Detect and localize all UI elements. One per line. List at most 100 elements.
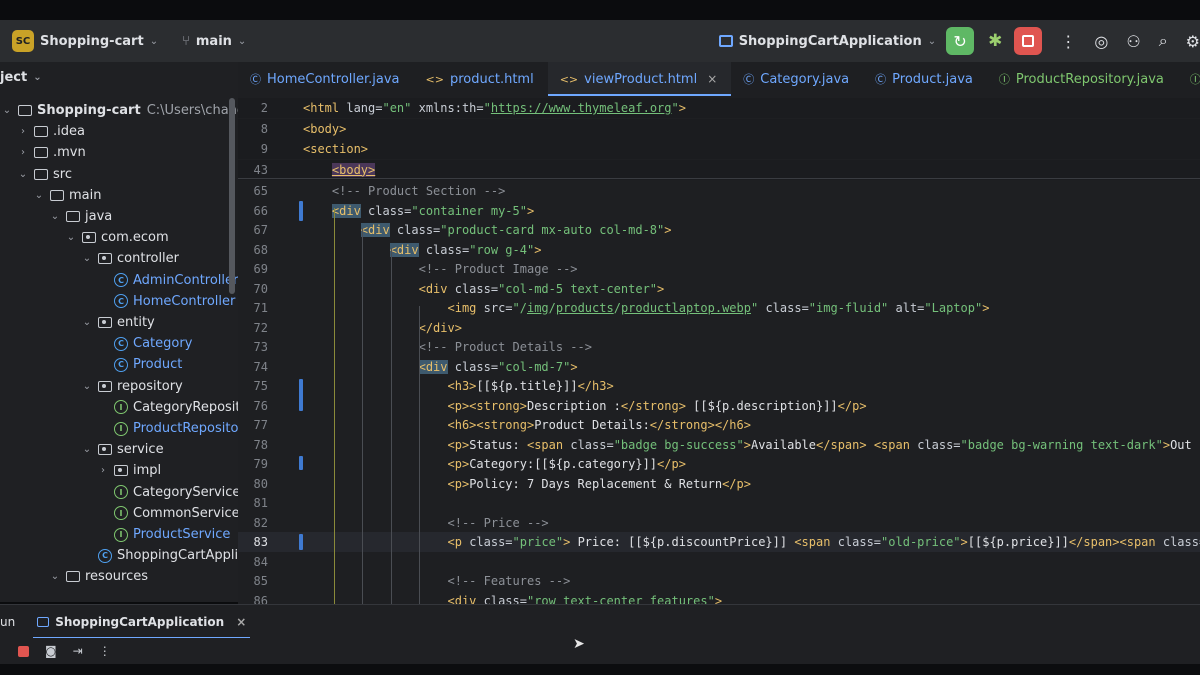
tree-item[interactable]: ⌄ service [80,439,164,460]
chevron-down-icon[interactable]: ⌄ [238,36,246,47]
code-line[interactable]: 86 <div class="row text-center features"… [238,591,1200,605]
editor-tab[interactable]: Ⓘ ProductRepository.java [987,62,1178,96]
chevron-down-icon[interactable]: ⌄ [16,169,30,180]
change-marker[interactable] [299,534,303,550]
tree-item[interactable]: I CategoryRepository [96,397,238,418]
tree-item[interactable]: C ShoppingCartApplicatio [80,545,238,566]
panel-scrollbar[interactable] [229,98,235,294]
chevron-down-icon[interactable]: ⌄ [80,317,94,328]
chevron-down-icon[interactable]: ⌄ [33,72,41,83]
tree-item[interactable]: › .mvn [16,142,86,163]
code-line[interactable]: 83 <p class="price"> Price: [[${p.discou… [238,532,1200,552]
chevron-down-icon[interactable]: ⌄ [64,232,78,243]
stop-icon[interactable] [18,645,29,657]
change-marker[interactable] [299,201,303,221]
chevron-down-icon[interactable]: ⌄ [80,253,94,264]
chevron-down-icon[interactable]: ⌄ [150,36,158,47]
chevron-down-icon[interactable]: ⌄ [0,105,14,116]
tree-item[interactable]: ⌄ Shopping-cart C:\Users\chand\Deskt [0,100,238,121]
chevron-down-icon[interactable]: ⌄ [80,381,94,392]
chevron-down-icon[interactable]: ⌄ [32,190,46,201]
run-config-selector[interactable]: ShoppingCartApplication [739,34,922,49]
editor-tab[interactable]: Ⓒ Product.java [863,62,987,96]
more-icon[interactable]: ⋮ [1060,32,1076,51]
change-marker[interactable] [299,379,303,411]
exit-icon[interactable]: ⇥ [73,644,83,658]
chevron-right-icon[interactable]: › [16,147,30,158]
tree-item[interactable]: I CategoryService [96,482,238,503]
chevron-down-icon[interactable]: ⌄ [928,36,936,47]
code-line[interactable]: 79 <p>Category:[[${p.category}]]</p> [238,454,1200,474]
code-line[interactable]: 9 <section> [238,139,1200,159]
code-line[interactable]: 76 <p><strong>Description :</strong> [[$… [238,396,1200,416]
code-line[interactable]: 68 <div class="row g-4"> [238,240,1200,260]
chevron-down-icon[interactable]: ⌄ [48,211,62,222]
editor-tab[interactable]: ⒾPro [1178,62,1200,96]
branch-name[interactable]: main [196,34,232,49]
code-line[interactable]: 71 <img src="/img/products/productlaptop… [238,298,1200,318]
panel-title[interactable]: ject [0,70,27,85]
chevron-down-icon[interactable]: ⌄ [80,444,94,455]
tree-item[interactable]: I ProductRepository [96,418,238,439]
tree-item[interactable]: ⌄ src [16,164,72,185]
tree-item[interactable]: ⌄ entity [80,312,155,333]
editor-tab[interactable]: <> product.html [414,62,548,96]
more-icon[interactable]: ⋮ [99,644,111,658]
editor-tab[interactable]: <> viewProduct.html × [547,62,732,96]
code-line[interactable]: 75 <h3>[[${p.title}]]</h3> [238,376,1200,396]
project-badge[interactable]: SC [12,30,34,52]
search-icon[interactable]: ⌕ [1159,31,1168,51]
rerun-button[interactable]: ↻ [946,27,975,55]
tree-item[interactable]: I CommonService [96,503,238,524]
panel-header[interactable]: ject ⌄ [0,62,238,92]
code-line[interactable]: 74 <div class="col-md-7"> [238,357,1200,377]
tree-item[interactable]: ⌄ resources [48,566,148,587]
editor-tab[interactable]: Ⓒ HomeController.java [238,62,414,96]
code-line[interactable]: 69 <!-- Product Image --> [238,259,1200,279]
tree-item[interactable]: C Category [96,333,192,354]
code-line[interactable]: 77 <h6><strong>Product Details:</strong>… [238,415,1200,435]
camera-icon[interactable]: ◙ [45,644,57,658]
chevron-right-icon[interactable]: › [96,465,110,476]
code-line[interactable]: 72 </div> [238,318,1200,338]
change-marker[interactable] [299,456,303,470]
tree-item[interactable]: I ProductService [96,524,230,545]
code-line[interactable]: 70 <div class="col-md-5 text-center"> [238,279,1200,299]
stop-button[interactable] [1014,27,1043,55]
tree-item[interactable]: C AdminController [96,270,238,291]
tree-item[interactable]: › .idea [16,121,85,142]
code-line[interactable]: 81 [238,493,1200,513]
tree-item[interactable]: C Product [96,354,182,375]
run-tab[interactable]: ShoppingCartApplication × [33,605,251,639]
chevron-down-icon[interactable]: ⌄ [48,571,62,582]
tree-item[interactable]: ⌄ repository [80,376,183,397]
code-line[interactable]: 43 <body> [238,159,1200,180]
tree-item[interactable]: ⌄ com.ecom [64,227,169,248]
code-line[interactable]: 84 [238,552,1200,572]
code-line[interactable]: 2 <html lang="en" xmlns:th="https://www.t… [238,98,1200,118]
code-line[interactable]: 82 <!-- Price --> [238,513,1200,533]
add-user-icon[interactable]: ⚇ [1126,32,1140,51]
git-branch-icon[interactable]: ⑂ [182,34,190,49]
tree-item[interactable]: ⌄ controller [80,248,179,269]
debug-icon[interactable]: ✱ [988,31,1002,51]
tree-item[interactable]: ⌄ java [48,206,112,227]
editor-tab[interactable]: Ⓒ Category.java [731,62,863,96]
code-line[interactable]: 85 <!-- Features --> [238,571,1200,591]
close-icon[interactable]: × [236,615,246,629]
chevron-right-icon[interactable]: › [16,126,30,137]
close-icon[interactable]: × [707,72,717,86]
code-line[interactable]: 78 <p>Status: <span class="badge bg-succ… [238,435,1200,455]
code-editor[interactable]: ≡ ✓ 2<html lang="en" xmlns:th="https://w… [238,96,1200,604]
project-name[interactable]: Shopping-cart [40,34,144,49]
code-line[interactable]: 80 <p>Policy: 7 Days Replacement & Retur… [238,474,1200,494]
code-line[interactable]: 66 <div class="container my-5"> [238,201,1200,221]
tree-item[interactable]: C HomeController [96,291,235,312]
code-line[interactable]: 8 <body> [238,118,1200,139]
run-label[interactable]: un [0,615,15,629]
ai-assistant-icon[interactable]: ◎ [1094,32,1108,51]
code-line[interactable]: 73 <!-- Product Details --> [238,337,1200,357]
code-line[interactable]: 67 <div class="product-card mx-auto col-… [238,220,1200,240]
tree-item[interactable]: › impl [96,460,161,481]
tree-item[interactable]: ⌄ main [32,185,102,206]
